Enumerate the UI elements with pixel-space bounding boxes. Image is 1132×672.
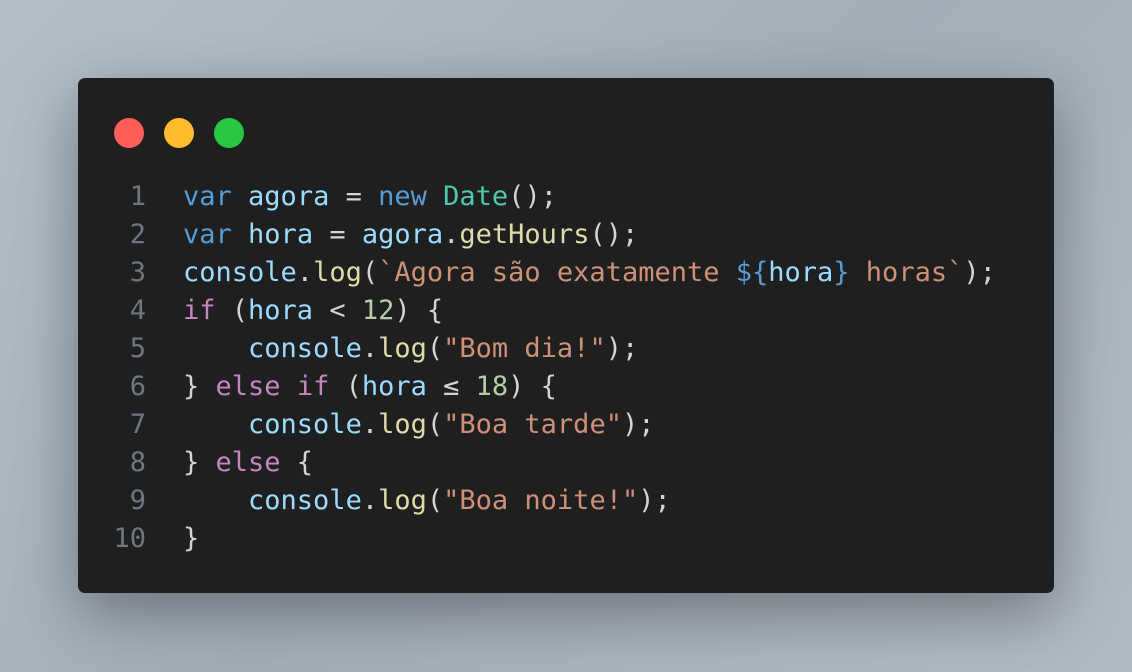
line-number: 8 xyxy=(129,447,146,478)
code-token: . xyxy=(361,485,379,516)
code-token: console xyxy=(248,333,362,364)
code-token: var xyxy=(183,219,232,250)
code-token: if xyxy=(296,371,330,402)
code-token: ( xyxy=(361,257,379,288)
code-token: ${ xyxy=(735,257,769,288)
code-token: `Agora são exatamente xyxy=(378,257,736,288)
code-token: ( xyxy=(329,371,362,402)
line-text: console.log("Bom dia!"); xyxy=(183,330,638,368)
line-text: console.log("Boa noite!"); xyxy=(183,482,671,520)
code-token: < xyxy=(313,295,362,326)
code-token: } xyxy=(183,523,200,554)
code-token: Date xyxy=(443,181,509,212)
code-window: 1 var agora = new Date(); 2 var hora = agor… xyxy=(78,78,1054,593)
code-token: . xyxy=(361,409,379,440)
code-token: console xyxy=(183,257,297,288)
line-number: 9 xyxy=(129,485,146,516)
line-text: console.log("Boa tarde"); xyxy=(183,406,654,444)
code-token: ); xyxy=(638,485,671,516)
code-token: 18 xyxy=(475,371,509,402)
line-text: var agora = new Date(); xyxy=(183,178,557,216)
code-token: . xyxy=(296,257,314,288)
code-token: log xyxy=(378,485,427,516)
code-token: . xyxy=(443,219,460,250)
code-token: } xyxy=(183,371,216,402)
code-token: { xyxy=(280,447,314,478)
line-number: 10 xyxy=(113,523,146,554)
code-token: ( xyxy=(426,409,444,440)
code-token: ) { xyxy=(394,295,444,326)
code-token: (); xyxy=(508,181,557,212)
code-token: ); xyxy=(963,257,996,288)
code-token: = xyxy=(313,219,362,250)
line-text: var hora = agora.getHours(); xyxy=(183,216,638,254)
code-token: console xyxy=(248,409,362,440)
code-token: getHours xyxy=(459,219,590,250)
code-token: hora xyxy=(768,257,834,288)
line-text: console.log(`Agora são exatamente ${hora… xyxy=(183,254,996,292)
close-dot-icon xyxy=(114,118,144,148)
line-number: 5 xyxy=(129,333,146,364)
minimize-dot-icon xyxy=(164,118,194,148)
code-token: new xyxy=(378,181,427,212)
code-token: else xyxy=(215,371,281,402)
code-token: ); xyxy=(605,333,639,364)
code-token: if xyxy=(183,295,216,326)
code-token: ( xyxy=(215,295,249,326)
code-token: ( xyxy=(426,485,444,516)
code-token: hora xyxy=(248,295,314,326)
code-token: hora xyxy=(248,219,314,250)
code-token: "Boa noite!" xyxy=(443,485,639,516)
line-text: } else { xyxy=(183,444,313,482)
code-token: = xyxy=(329,181,379,212)
code-token: "Boa tarde" xyxy=(443,409,622,440)
line-number: 1 xyxy=(129,181,146,212)
code-token: } xyxy=(183,447,216,478)
code-token: var xyxy=(183,181,232,212)
line-text: if (hora < 12) { xyxy=(183,292,443,330)
code-token: console xyxy=(248,485,362,516)
line-number: 4 xyxy=(129,295,146,326)
code-token: (); xyxy=(589,219,639,250)
code-token: else xyxy=(215,447,281,478)
code-token: . xyxy=(361,333,379,364)
code-token: log xyxy=(313,257,362,288)
code-token: horas` xyxy=(849,257,964,288)
maximize-dot-icon xyxy=(214,118,244,148)
code-token: "Bom dia!" xyxy=(443,333,606,364)
line-number: 3 xyxy=(129,257,146,288)
line-number: 2 xyxy=(129,219,146,250)
line-text: } else if (hora ≤ 18) { xyxy=(183,368,557,406)
code-token: log xyxy=(378,333,427,364)
line-number: 6 xyxy=(129,371,146,402)
code-token: agora xyxy=(361,219,444,250)
code-token: ( xyxy=(426,333,444,364)
code-token: 12 xyxy=(361,295,395,326)
code-token: hora xyxy=(361,371,427,402)
code-token: ≤ xyxy=(426,371,476,402)
code-token: ) { xyxy=(508,371,557,402)
code-token: } xyxy=(833,257,850,288)
code-token: agora xyxy=(248,181,330,212)
line-text: } xyxy=(183,520,199,558)
code-token: log xyxy=(378,409,427,440)
line-number: 7 xyxy=(129,409,146,440)
code-token: ); xyxy=(621,409,655,440)
